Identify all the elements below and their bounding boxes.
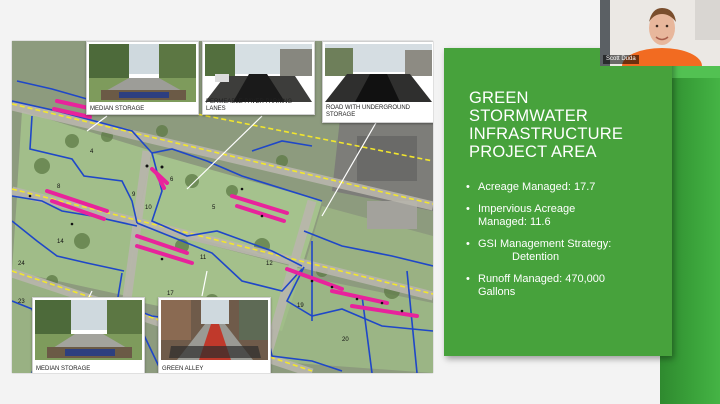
caption-median-storage-bottom: MEDIAN STORAGE	[36, 366, 91, 372]
area-label: 23	[18, 299, 25, 305]
area-label: 10	[145, 205, 152, 211]
bullet-acreage: Acreage Managed: 17.7	[466, 181, 666, 195]
area-label: 19	[297, 303, 304, 309]
presentation-slide: 4 5 6 8 9 10 11 12 14 17 19 20 24 23 MED…	[0, 0, 720, 404]
project-area-map: 4 5 6 8 9 10 11 12 14 17 19 20 24 23 MED…	[12, 41, 433, 373]
bullet-strategy: GSI Management Strategy: Detention	[466, 238, 666, 265]
area-label: 11	[200, 255, 207, 261]
caption-green-alley: GREEN ALLEY	[162, 366, 204, 372]
bullet-runoff: Runoff Managed: 470,000 Gallons	[466, 273, 666, 300]
bullet-runoff-line1: Runoff Managed: 470,000	[478, 272, 606, 285]
caption-road-underground-storage: ROAD WITH UNDERGROUND STORAGE	[326, 105, 410, 118]
participant-name: Scott Duda	[603, 55, 639, 64]
summary-list: Acreage Managed: 17.7 Impervious Acreage…	[466, 181, 666, 308]
bullet-impervious-line2: Managed: 11.6	[478, 216, 551, 228]
bullet-runoff-line2: Gallons	[478, 286, 516, 298]
photo-green-alley: GREEN ALLEY	[158, 297, 271, 373]
bullet-strategy-line2: Detention	[512, 251, 560, 263]
photo-median-storage-bottom: MEDIAN STORAGE	[32, 297, 145, 373]
area-label: 12	[266, 261, 273, 267]
bullet-impervious: Impervious Acreage Managed: 11.6	[466, 203, 666, 230]
caption-median-storage-top: MEDIAN STORAGE	[90, 106, 145, 112]
webcam-video-tile[interactable]: Scott Duda	[600, 0, 720, 66]
project-summary-panel: GREEN STORMWATER INFRASTRUCTURE PROJECT …	[444, 48, 672, 356]
photo-permeable-paver: PERMEABLE PAVER PARKING LANES	[202, 41, 315, 115]
area-label: 20	[342, 337, 349, 343]
bullet-impervious-line1: Impervious Acreage	[478, 202, 576, 215]
panel-title: GREEN STORMWATER INFRASTRUCTURE PROJECT …	[469, 89, 624, 161]
photo-median-storage-top: MEDIAN STORAGE	[86, 41, 199, 115]
area-label: 14	[57, 239, 64, 245]
area-label: 24	[18, 261, 25, 267]
photo-road-underground-storage: ROAD WITH UNDERGROUND STORAGE	[322, 41, 433, 123]
caption-permeable-paver: PERMEABLE PAVER PARKING LANES	[206, 99, 293, 112]
bullet-strategy-line1: GSI Management Strategy:	[478, 237, 612, 250]
bullet-acreage-text: Acreage Managed: 17.7	[478, 181, 596, 193]
